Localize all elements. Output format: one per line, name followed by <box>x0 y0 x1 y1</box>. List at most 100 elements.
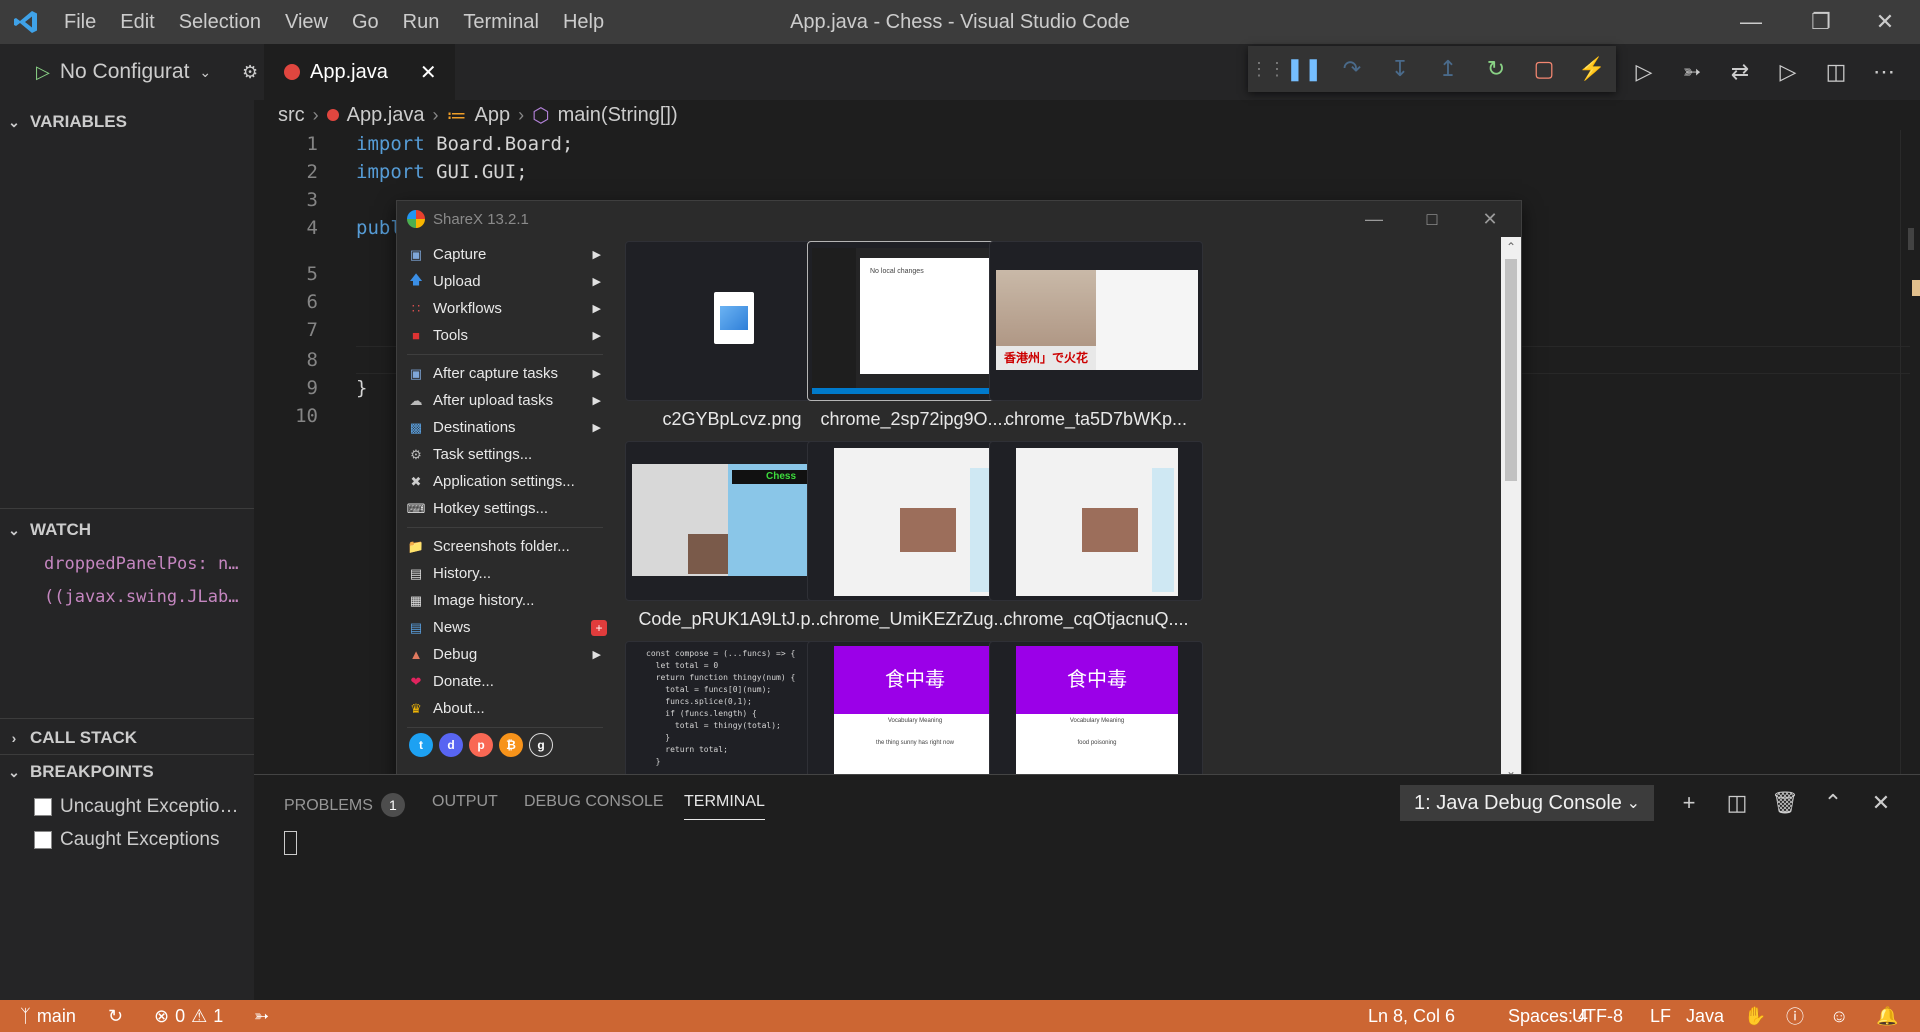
watch-item[interactable]: droppedPanelPos: n… <box>0 548 254 581</box>
sharex-menu-destinations[interactable]: ▩ Destinations ▶ <box>397 414 615 441</box>
step-into-icon[interactable]: ↧ <box>1376 46 1424 92</box>
sharex-menu-upload[interactable]: 🡅 Upload ▶ <box>397 268 615 295</box>
github-icon[interactable]: g <box>529 733 553 757</box>
step-over-icon[interactable]: ↷ <box>1328 46 1376 92</box>
minimize-button[interactable]: — <box>1716 0 1786 44</box>
split-editor-icon[interactable]: ◫ <box>1812 44 1860 100</box>
debug-run-icon[interactable]: ➳ <box>1668 44 1716 100</box>
breakpoint-checkbox[interactable] <box>34 830 52 849</box>
sharex-menu-history[interactable]: ▤ History... <box>397 560 615 587</box>
sharex-menu-screenshots-folder[interactable]: 📁 Screenshots folder... <box>397 533 615 560</box>
scroll-up-icon[interactable]: ⌃ <box>1501 237 1521 257</box>
drag-handle-icon[interactable]: ⋮⋮ <box>1250 46 1286 92</box>
run-play-icon[interactable]: ▷ <box>1764 44 1812 100</box>
sharex-scrollbar[interactable]: ⌃ ⌄ <box>1501 237 1521 781</box>
thumbnail-image[interactable]: 食中毒 Vocabulary Meaning food poisoning <box>989 641 1203 781</box>
breadcrumb-item[interactable]: main(String[]) <box>558 104 678 127</box>
gear-icon[interactable]: ⚙ <box>242 44 262 100</box>
menu-go[interactable]: Go <box>340 0 391 44</box>
more-actions-icon[interactable]: ⋯ <box>1860 44 1908 100</box>
debug-status-icon[interactable]: ➳ <box>254 1000 269 1032</box>
close-window-button[interactable]: ✕ <box>1850 0 1920 44</box>
restart-icon[interactable]: ↻ <box>1472 46 1520 92</box>
tab-problems[interactable]: PROBLEMS 1 <box>284 793 405 817</box>
variables-section-header[interactable]: ⌄ VARIABLES <box>0 106 254 138</box>
twitter-icon[interactable]: t <box>409 733 433 757</box>
menu-selection[interactable]: Selection <box>167 0 273 44</box>
patreon-icon[interactable]: p <box>469 733 493 757</box>
breakpoint-item[interactable]: Uncaught Exceptio… <box>0 790 254 823</box>
watch-section-header[interactable]: ⌄ WATCH <box>0 514 254 546</box>
sharex-menu-donate[interactable]: ❤ Donate... <box>397 668 615 695</box>
scroll-thumb[interactable] <box>1505 259 1517 481</box>
terminal-select[interactable]: 1: Java Debug Console ⌄ <box>1400 785 1654 821</box>
language-mode[interactable]: Java <box>1686 1000 1724 1032</box>
breadcrumb-item[interactable]: App <box>475 104 511 127</box>
editor-scrollbar[interactable] <box>1900 130 1920 774</box>
run-icon[interactable]: ▷ <box>1620 44 1668 100</box>
breakpoint-item[interactable]: Caught Exceptions <box>0 823 254 856</box>
feedback-icon[interactable]: ☺ <box>1830 1000 1848 1032</box>
tab-terminal[interactable]: TERMINAL <box>684 793 765 820</box>
maximize-panel-icon[interactable]: ⌃ <box>1812 785 1854 821</box>
sharex-close-button[interactable]: ✕ <box>1461 201 1519 237</box>
menu-terminal[interactable]: Terminal <box>451 0 551 44</box>
thumbnail-image[interactable] <box>989 441 1203 601</box>
pause-icon[interactable]: ❚❚ <box>1280 46 1328 92</box>
run-config-select[interactable]: No Configurat ⌄ <box>60 60 211 84</box>
new-terminal-icon[interactable]: + <box>1668 785 1710 821</box>
problems-indicator[interactable]: ⊗ 0 ⚠ 1 <box>154 1000 223 1032</box>
breakpoints-section-header[interactable]: ⌄ BREAKPOINTS <box>0 756 254 788</box>
info-icon[interactable]: ⓘ <box>1786 1000 1804 1032</box>
encoding[interactable]: UTF-8 <box>1572 1000 1623 1032</box>
compare-changes-icon[interactable]: ⇄ <box>1716 44 1764 100</box>
close-tab-icon[interactable]: ✕ <box>420 60 437 85</box>
bitcoin-icon[interactable]: ₿ <box>499 733 523 757</box>
sharex-menu-after-upload[interactable]: ☁ After upload tasks ▶ <box>397 387 615 414</box>
split-terminal-icon[interactable]: ◫ <box>1716 785 1758 821</box>
sharex-menu-workflows[interactable]: ∷ Workflows ▶ <box>397 295 615 322</box>
thumbs-up-icon[interactable]: ✋ <box>1744 1000 1766 1032</box>
sharex-menu-news[interactable]: ▤ News + <box>397 614 615 641</box>
close-panel-icon[interactable]: ✕ <box>1860 785 1902 821</box>
sharex-maximize-button[interactable]: □ <box>1403 201 1461 237</box>
breadcrumb-item[interactable]: src <box>278 104 305 127</box>
tab-app-java[interactable]: App.java ✕ <box>264 44 455 100</box>
menu-help[interactable]: Help <box>551 0 616 44</box>
sharex-minimize-button[interactable]: — <box>1345 201 1403 237</box>
terminal-cursor[interactable] <box>284 831 297 855</box>
stop-icon[interactable]: ▢ <box>1520 46 1568 92</box>
menu-view[interactable]: View <box>273 0 340 44</box>
branch-indicator[interactable]: ᛉ main <box>20 1000 76 1032</box>
sharex-menu-application-settings[interactable]: ✖ Application settings... <box>397 468 615 495</box>
tab-output[interactable]: OUTPUT <box>432 793 498 811</box>
start-debugging-icon[interactable]: ▷ <box>36 62 50 83</box>
sharex-menu-debug[interactable]: ▲ Debug ▶ <box>397 641 615 668</box>
thumbnail-image[interactable]: 香港州」で火花 <box>989 241 1203 401</box>
breakpoint-checkbox[interactable] <box>34 797 52 816</box>
sharex-menu-tools[interactable]: ■ Tools ▶ <box>397 322 615 349</box>
sharex-menu-about[interactable]: ♛ About... <box>397 695 615 722</box>
hot-code-replace-icon[interactable]: ⚡ <box>1568 46 1616 92</box>
sharex-menu-image-history[interactable]: ▦ Image history... <box>397 587 615 614</box>
menu-file[interactable]: File <box>52 0 108 44</box>
discord-icon[interactable]: d <box>439 733 463 757</box>
sharex-menu-task-settings[interactable]: ⚙ Task settings... <box>397 441 615 468</box>
menu-edit[interactable]: Edit <box>108 0 166 44</box>
watch-item[interactable]: ((javax.swing.JLab… <box>0 581 254 614</box>
sharex-menu-after-capture[interactable]: ▣ After capture tasks ▶ <box>397 360 615 387</box>
cursor-position[interactable]: Ln 8, Col 6 <box>1368 1000 1455 1032</box>
menu-run[interactable]: Run <box>391 0 452 44</box>
bell-icon[interactable]: 🔔 <box>1876 1000 1898 1032</box>
trash-icon[interactable]: 🗑 <box>1764 785 1806 821</box>
sync-icon[interactable]: ↻ <box>108 1000 123 1032</box>
sharex-menu-hotkey-settings[interactable]: ⌨ Hotkey settings... <box>397 495 615 522</box>
sharex-menu-capture[interactable]: ▣ Capture ▶ <box>397 241 615 268</box>
breadcrumb-item[interactable]: App.java <box>347 104 425 127</box>
line-ending[interactable]: LF <box>1650 1000 1671 1032</box>
restore-button[interactable]: ❐ <box>1786 0 1856 44</box>
step-out-icon[interactable]: ↥ <box>1424 46 1472 92</box>
call-stack-section-header[interactable]: › CALL STACK <box>0 722 254 754</box>
tab-debug-console[interactable]: DEBUG CONSOLE <box>524 793 664 811</box>
vscode-logo-icon[interactable] <box>0 0 52 44</box>
